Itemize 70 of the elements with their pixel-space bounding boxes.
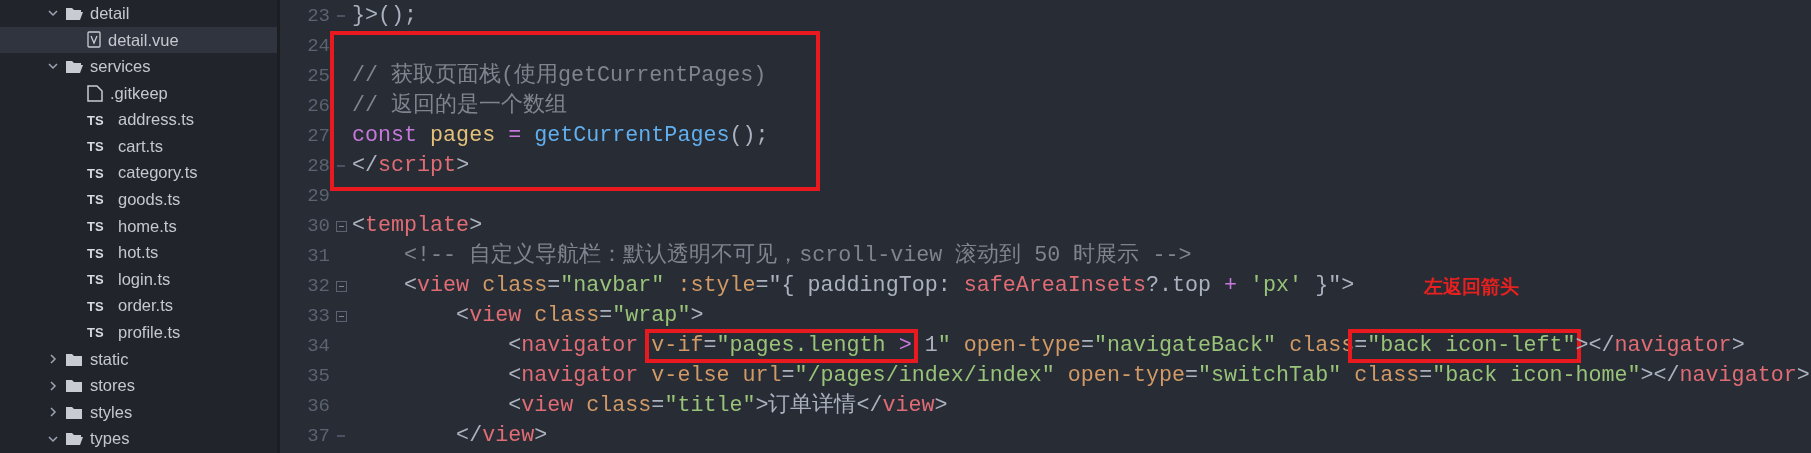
ts-file-icon: TS xyxy=(87,164,111,181)
line-number: 25 xyxy=(306,64,330,89)
line-number: 26 xyxy=(306,94,330,119)
folder-icon xyxy=(65,431,83,447)
tree-item[interactable]: TS profile.ts xyxy=(0,319,277,346)
tree-item[interactable]: TS goods.ts xyxy=(0,186,277,213)
line-number: 31 xyxy=(306,244,330,269)
code-text: </view> xyxy=(455,423,548,448)
tree-item[interactable]: TS home.ts xyxy=(0,212,277,240)
code-text: const pages = getCurrentPages(); xyxy=(352,123,769,148)
code-text: <view class="navbar" :style="{ paddingTop: safeAreaInsets?.top + 'px' }"> xyxy=(403,273,1355,298)
code-text: <navigator xyxy=(507,333,640,358)
line-number: 27 xyxy=(306,124,330,149)
code-text: <view class="title">订单详情</view> xyxy=(507,393,948,418)
code-text: <template> xyxy=(352,213,483,238)
tree-item[interactable]: stores xyxy=(0,372,277,399)
folder-icon xyxy=(65,5,83,21)
tree-item[interactable]: detail.vue xyxy=(0,26,277,54)
line-number: 23 xyxy=(306,4,330,29)
code-text: // 返回的是一个数组 xyxy=(352,93,568,118)
folder-icon xyxy=(65,404,83,420)
code-text: }>(); xyxy=(352,3,418,28)
tree-item[interactable]: types xyxy=(0,425,277,453)
code-text: // 获取页面栈(使用getCurrentPages) xyxy=(352,63,767,88)
ts-file-icon: TS xyxy=(87,297,111,314)
chevron-icon xyxy=(48,61,58,72)
tree-item[interactable]: services xyxy=(0,53,277,80)
code-text: <view class="wrap"> xyxy=(455,303,704,328)
line-number: 28 xyxy=(306,154,330,179)
folder-icon xyxy=(65,351,83,367)
ts-file-icon: TS xyxy=(87,138,111,155)
annotation-label: 左返回箭头 xyxy=(1424,274,1520,299)
line-number: 37 xyxy=(306,424,330,449)
chevron-icon xyxy=(48,380,58,391)
line-number: 30 xyxy=(306,214,330,239)
line-number: 33 xyxy=(306,304,330,329)
tree-item[interactable]: TS order.ts xyxy=(0,292,277,320)
folder-icon xyxy=(65,378,83,394)
line-number: 34 xyxy=(306,334,330,359)
line-number: 24 xyxy=(306,34,330,59)
chevron-icon xyxy=(48,354,58,364)
chevron-icon xyxy=(48,407,58,418)
line-number: 36 xyxy=(306,394,330,419)
file-icon xyxy=(87,84,103,102)
code-text: <!-- 自定义导航栏：默认透明不可见，scroll-view 滚动到 50 时展示 --> xyxy=(403,243,1192,268)
tree-item[interactable]: detail xyxy=(0,0,277,27)
chevron-icon xyxy=(48,433,58,444)
line-number: 29 xyxy=(306,184,330,209)
ts-file-icon: TS xyxy=(87,244,111,261)
tree-item[interactable]: TS login.ts xyxy=(0,265,277,293)
ts-file-icon: TS xyxy=(87,324,111,341)
ts-file-icon: TS xyxy=(87,111,111,128)
line-number: 32 xyxy=(306,274,330,299)
code-text: </script> xyxy=(352,153,470,178)
tree-item[interactable]: TS cart.ts xyxy=(0,132,277,160)
ts-file-icon: TS xyxy=(87,191,111,208)
line-number: 35 xyxy=(306,364,330,389)
tree-item[interactable]: TS address.ts xyxy=(0,106,277,133)
folder-icon xyxy=(65,59,83,74)
annotation-box: v-if="pages.length > xyxy=(645,329,918,363)
tree-item[interactable]: TS category.ts xyxy=(0,159,277,187)
vue-file-icon xyxy=(87,31,101,49)
chevron-icon xyxy=(48,8,58,19)
ts-file-icon: TS xyxy=(87,218,111,235)
tree-item[interactable]: static xyxy=(0,345,277,373)
tree-item[interactable]: .gitkeep xyxy=(0,79,277,107)
code-text: <navigator v-else url="/pages/index/index" open-type="switchTab" class="back icon-home"></navigator> xyxy=(507,363,1810,388)
tree-item[interactable]: TS hot.ts xyxy=(0,239,277,266)
ts-file-icon: TS xyxy=(87,271,111,288)
tree-item[interactable]: styles xyxy=(0,398,277,426)
